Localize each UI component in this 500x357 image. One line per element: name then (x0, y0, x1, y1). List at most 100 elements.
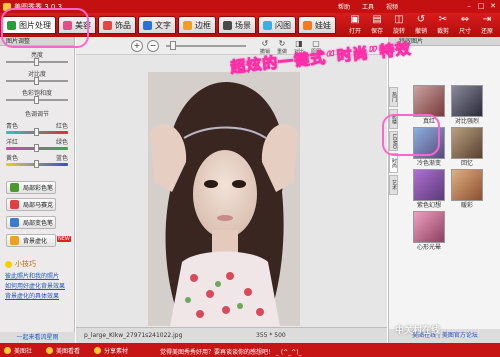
zoom-in-button[interactable]: + (131, 40, 143, 52)
promo-link[interactable]: 一起来看流星雨 (0, 332, 75, 343)
button-label: 局部马赛克 (23, 202, 54, 209)
menu-help[interactable]: 帮助 (338, 2, 350, 11)
resize-button[interactable]: ⇔ 尺寸 (454, 14, 476, 35)
new-badge: NEW (57, 236, 71, 242)
pair-right-label: 蓝色 (55, 155, 68, 162)
local-mosaic-button[interactable]: 局部马赛克 (6, 198, 56, 211)
scene-icon (223, 20, 232, 30)
slider-handle[interactable] (34, 160, 39, 168)
photo-canvas[interactable] (148, 72, 300, 326)
highlight-circle-tab (1, 8, 89, 48)
tab-art[interactable]: 艺术 (389, 175, 398, 195)
tip-link[interactable]: 彼此照片和我的照片 (5, 271, 59, 280)
meitu-viewer-link[interactable]: 美图看看 (46, 346, 80, 355)
main-toolbar: ▣ 打开 ▤ 保存 ◫ 旋转 ↺ 撤销 ✂ 裁剪 ⇔ 尺寸 ⇥ 还原 (344, 14, 498, 35)
slider-handle[interactable] (34, 128, 39, 136)
tab-flash[interactable]: 闪图 (258, 16, 296, 34)
menu-tools[interactable]: 工具 (362, 2, 374, 11)
border-icon (183, 20, 192, 30)
meitu-community-link[interactable]: 美图社 (4, 346, 32, 355)
tab-doll[interactable]: 娃娃 (298, 16, 336, 34)
tab-fashion[interactable]: 时尚 (389, 153, 398, 173)
menu-video[interactable]: 视频 (386, 2, 398, 11)
effect-item[interactable]: 暖彩 (451, 169, 483, 210)
effect-label: 心形光晕 (416, 244, 441, 251)
color-tuning-label: 色调调节 (24, 111, 49, 118)
saturation-control: 色彩饱和度 (6, 88, 68, 104)
effect-label: 冷色渐变 (416, 160, 441, 167)
tips-title-text: 小技巧 (15, 260, 36, 268)
crop-button[interactable]: ✂ 裁剪 (432, 14, 454, 35)
effect-item[interactable]: 心形光晕 (413, 211, 445, 252)
saturation-slider[interactable] (6, 96, 68, 104)
close-button[interactable]: ✕ (489, 2, 497, 10)
yellow-blue-slider[interactable] (6, 160, 68, 168)
tab-accessories[interactable]: 饰品 (98, 16, 136, 34)
tab-label: 边框 (195, 20, 211, 30)
top-menu: 帮助 工具 视频 (338, 2, 398, 11)
effect-thumbnail (451, 169, 483, 201)
tab-border[interactable]: 边框 (178, 16, 216, 34)
slider-handle[interactable] (34, 96, 39, 104)
effect-label: 回忆 (460, 160, 473, 167)
slider-handle[interactable] (34, 144, 39, 152)
background-blur-button[interactable]: 背景虚化 NEW (6, 234, 71, 247)
zoom-slider-handle[interactable] (170, 41, 176, 50)
mosaic-icon (10, 200, 19, 209)
text-icon (143, 20, 152, 30)
scissors-icon: ✂ (438, 14, 448, 25)
brightness-slider[interactable] (6, 58, 68, 66)
local-recolor-pen-button[interactable]: 局部变色笔 (6, 216, 56, 229)
contrast-slider[interactable] (6, 77, 68, 85)
magenta-green-slider[interactable] (6, 144, 68, 152)
pair-left-label: 青色 (6, 123, 19, 130)
tab-label: 闪图 (275, 20, 291, 30)
flash-icon (263, 20, 272, 30)
adjustment-panel: 图片调整 亮度 对比度 色彩饱和度 色调调节 青色 红色 洋红 绿色 黄色 蓝色 局部… (0, 37, 75, 343)
maximize-button[interactable]: □ (477, 2, 485, 10)
effect-item[interactable]: 对比强烈 (451, 85, 483, 126)
marquee-text: 觉得美图秀秀好用？要再谈谈你的感想吧！ _ (^_^)_ (160, 349, 302, 356)
resize-icon: ⇔ (460, 14, 470, 25)
status-bar: p_large_KIkw_27971s241022.jpg 355 * 500 (76, 327, 387, 343)
effect-thumbnail (451, 85, 483, 117)
doll-icon (303, 20, 312, 30)
effect-label: 暖彩 (460, 202, 473, 209)
effect-item[interactable]: 回忆 (451, 127, 483, 168)
pair-right-label: 红色 (55, 123, 68, 130)
pair-left-label: 洋红 (6, 139, 19, 146)
share-icon (94, 346, 102, 354)
rotate-button[interactable]: ◫ 旋转 (388, 14, 410, 35)
slider-handle[interactable] (34, 77, 39, 85)
restore-button[interactable]: ⇥ 还原 (476, 14, 498, 35)
portrait-image (148, 72, 300, 326)
tip-link[interactable]: 如何用好虚化背景效果 (5, 281, 65, 290)
undo-button[interactable]: ↺ 撤销 (410, 14, 432, 35)
canvas-area: + − ↺ 撤销 ↻ 重做 ◨ 对比 ▢ 原图 p_large_KIkw_279… (76, 37, 387, 343)
minimize-button[interactable]: – (465, 2, 473, 10)
zoom-slider[interactable] (166, 41, 246, 50)
highlight-circle-effect-tab (382, 114, 440, 156)
tab-popular[interactable]: 热门 (389, 87, 398, 107)
tab-text[interactable]: 文字 (138, 16, 176, 34)
color-pen-icon (10, 183, 19, 192)
tab-label: 饰品 (115, 20, 131, 30)
save-button[interactable]: ▤ 保存 (366, 14, 388, 35)
cyan-red-slider[interactable] (6, 128, 68, 136)
effects-panel: 特效图片 热门 影楼 LOMO 时尚 艺术 真红 对比强烈 冷色渐变 回忆 紫色… (388, 37, 500, 343)
save-icon: ▤ (372, 14, 382, 25)
local-color-pen-button[interactable]: 局部彩色笔 (6, 181, 56, 194)
share-material-link[interactable]: 分享素材 (94, 346, 128, 355)
effect-thumbnail (451, 127, 483, 159)
tool-label: 旋转 (392, 28, 405, 35)
zoom-out-button[interactable]: − (147, 40, 159, 52)
slider-handle[interactable] (34, 58, 39, 66)
tip-link[interactable]: 背景虚化的具体效果 (5, 291, 59, 300)
community-icon (4, 346, 11, 354)
effect-item[interactable]: 紫色幻想 (413, 169, 445, 210)
tab-scene[interactable]: 场景 (218, 16, 256, 34)
tab-label: 场景 (235, 20, 251, 30)
open-button[interactable]: ▣ 打开 (344, 14, 366, 35)
tool-label: 尺寸 (458, 28, 471, 35)
tool-label: 还原 (480, 28, 493, 35)
